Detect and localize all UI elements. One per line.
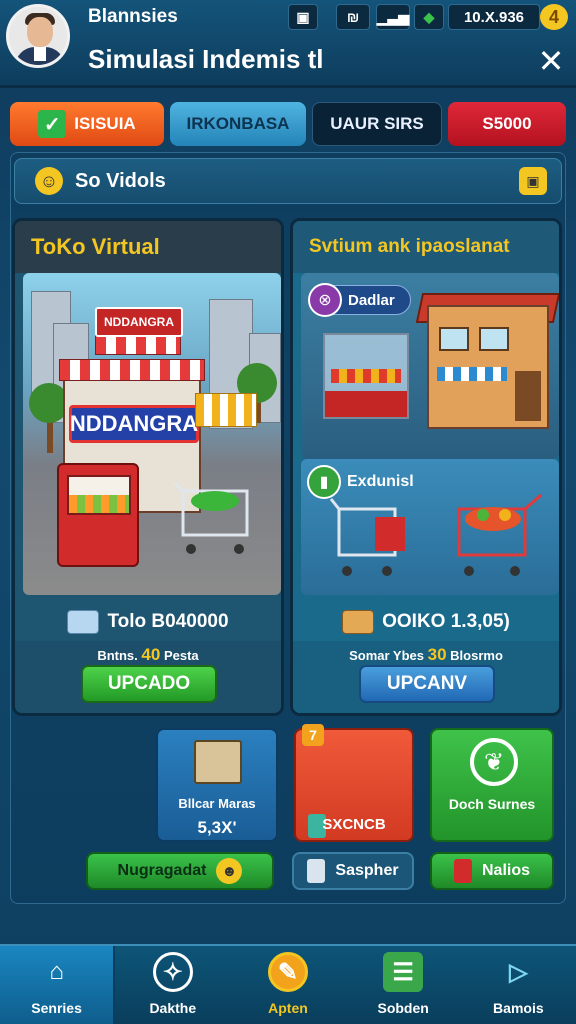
package-icon <box>194 740 242 784</box>
signal-icon: ▁▃▅ <box>376 4 410 30</box>
mini-store-sign: NDDANGRA <box>95 307 183 337</box>
upgrade-button-right[interactable]: UPCANV <box>359 665 495 703</box>
bllcar-value: 5,3X' <box>197 818 237 837</box>
substat-suffix: Pesta <box>163 648 199 663</box>
tab-label: ISISUIA <box>74 114 136 133</box>
nav-label: Dakthe <box>149 1000 197 1016</box>
shop-house <box>427 305 549 429</box>
sxcncb-label: SXCNCB <box>322 816 386 833</box>
store-info: Tolo B040000 <box>15 601 281 643</box>
dadlar-label: Dadlar <box>348 291 395 309</box>
check-icon: ✓ <box>38 110 67 138</box>
nav-label: Bamois <box>493 1000 544 1016</box>
doch-label: Doch Surnes <box>448 796 536 812</box>
shop-illustration: ⊗ Dadlar <box>301 273 559 459</box>
card-title: ToKo Virtual <box>15 221 281 273</box>
player-name: Blannsies <box>88 6 178 27</box>
nav-label: Sobden <box>377 1000 429 1016</box>
tab-isisuia[interactable]: ✓ ISISUIA <box>10 102 164 146</box>
page-title: Simulasi Indemis tl <box>88 44 324 74</box>
cash-icon <box>67 610 100 634</box>
nav-apten[interactable]: ✎ Apten <box>230 946 345 1024</box>
coin-counter: 10.X.936 <box>448 4 540 30</box>
notice-text: So Vidols <box>75 169 166 192</box>
stat-icon-money[interactable]: ₪ <box>336 4 370 30</box>
vending-stall <box>57 463 139 567</box>
nav-label: Senries <box>31 1000 82 1016</box>
leaf-icon: ❦ <box>470 738 518 786</box>
medal-icon: ✎ <box>267 952 308 992</box>
tab-s5000[interactable]: S5000 <box>448 102 566 146</box>
drink-icon <box>453 859 472 883</box>
display-fridge <box>323 333 409 419</box>
tab-uaur-sirs[interactable]: UAUR SIRS <box>312 102 442 146</box>
tab-irkonbasa[interactable]: IRKONBASA <box>170 102 306 146</box>
nav-label: Apten <box>268 1000 308 1016</box>
cup-icon <box>307 859 326 883</box>
nav-dakthe[interactable]: ✧ Dakthe <box>115 946 230 1024</box>
play-icon: ▷ <box>509 958 528 986</box>
box-icon <box>342 610 375 634</box>
stall-awning <box>195 393 257 427</box>
system-card: Svtium ank ipaoslanat ⊗ Dadlar ▮ Exdunis… <box>290 218 562 716</box>
system-info-text: OOIKO 1.3,05) <box>382 611 510 632</box>
toko-virtual-card: ToKo Virtual NDDANGRA NDDANGRA Tolo B040… <box>12 218 284 716</box>
home-icon: ⌂ <box>49 958 64 985</box>
bllcar-label: Bllcar Maras <box>178 796 256 811</box>
saspher-button[interactable]: Saspher <box>292 852 414 890</box>
gift-icon[interactable]: ▣ <box>519 167 547 195</box>
store-illustration: NDDANGRA NDDANGRA <box>23 273 281 595</box>
list-icon: ☰ <box>383 952 424 992</box>
badge-icon: 7 <box>302 724 324 746</box>
top-bar: Blannsies ▣ ₪ ▁▃▅ ◆ 10.X.936 4 Simulasi … <box>0 0 576 88</box>
bllcar-maras-button[interactable]: Bllcar Maras 5,3X' <box>156 728 278 842</box>
substat-prefix: Somar Ybes <box>349 648 424 663</box>
card-title: Svtium ank ipaoslanat <box>293 221 559 273</box>
substat-suffix: Blosrmo <box>450 648 503 663</box>
cart-red-icon <box>329 498 405 576</box>
upgrade-button-left[interactable]: UPCADO <box>81 665 217 703</box>
doch-surnes-button[interactable]: ❦ Doch Surnes <box>430 728 554 842</box>
nugragadat-button[interactable]: Nugragadat ☻ <box>86 852 274 890</box>
bottom-nav: ⌂ Senries ✧ Dakthe ✎ Apten ☰ Sobden ▷ Ba… <box>0 944 576 1024</box>
smiley-icon: ☻ <box>216 858 243 884</box>
tag-icon: ⊗ <box>308 283 342 317</box>
substat-prefix: Bntns. <box>97 648 138 663</box>
nugragadat-label: Nugragadat <box>117 862 207 879</box>
store-info-text: Tolo B040000 <box>107 611 229 632</box>
system-info: OOIKO 1.3,05) <box>293 601 559 643</box>
store-sign: NDDANGRA <box>69 405 199 443</box>
player-avatar[interactable] <box>6 4 70 68</box>
gem-icon[interactable]: ◆ <box>414 4 444 30</box>
tab-bar: ✓ ISISUIA IRKONBASA UAUR SIRS S5000 <box>10 102 566 148</box>
compass-icon: ✧ <box>152 952 193 992</box>
shopping-cart-icon <box>173 481 249 554</box>
substat-number: 30 <box>427 645 447 664</box>
cart-fruit-icon <box>457 493 542 576</box>
coin-icon[interactable]: 4 <box>540 4 568 30</box>
nalios-label: Nalios <box>481 862 530 879</box>
nav-senries[interactable]: ⌂ Senries <box>0 946 116 1024</box>
dadlar-badge[interactable]: ⊗ Dadlar <box>308 283 411 317</box>
close-button[interactable]: ✕ <box>536 44 566 78</box>
nalios-button[interactable]: Nalios <box>430 852 554 890</box>
carts-illustration: ▮ Exdunisl <box>301 459 559 595</box>
substat-number: 40 <box>141 645 161 664</box>
nav-bamois[interactable]: ▷ Bamois <box>461 946 576 1024</box>
saspher-label: Saspher <box>335 862 399 879</box>
stat-icon-box[interactable]: ▣ <box>288 4 318 30</box>
nav-sobden[interactable]: ☰ Sobden <box>346 946 461 1024</box>
sxcncb-button[interactable]: 7 SXCNCB <box>294 724 414 842</box>
smiley-icon: ☺ <box>35 167 63 195</box>
notice-bar[interactable]: ☺ So Vidols ▣ <box>14 158 562 204</box>
